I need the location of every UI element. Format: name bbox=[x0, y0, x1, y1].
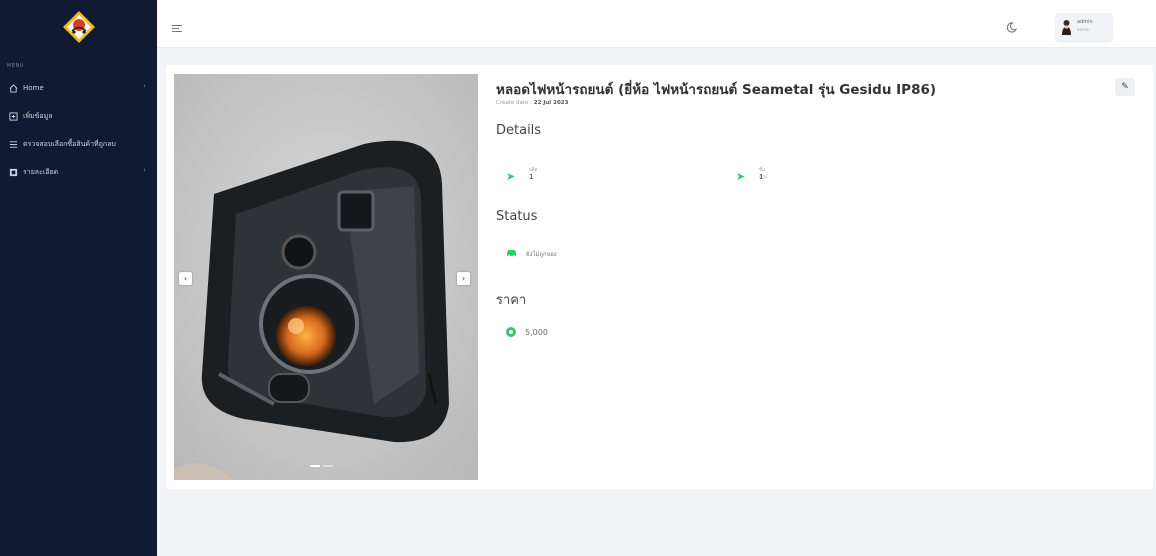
create-date-value: 22 Jul 2023 bbox=[533, 100, 569, 106]
send-arrow-icon: ➤ bbox=[506, 170, 516, 183]
carousel-prev-button[interactable]: ‹ bbox=[179, 272, 192, 285]
sidebar-item-label: Home bbox=[23, 84, 44, 92]
detail-label: ผลิต bbox=[529, 168, 538, 173]
sidebar-item-label: เพิ่มข้อมูล bbox=[23, 111, 53, 120]
top-header: admin admin bbox=[157, 0, 1156, 48]
carousel-dot[interactable] bbox=[310, 465, 320, 467]
brand-logo[interactable] bbox=[62, 10, 96, 44]
detail-value: 1 bbox=[759, 173, 764, 181]
box-icon bbox=[8, 167, 18, 177]
status-heading: Status bbox=[496, 209, 538, 224]
detail-value: 1 bbox=[529, 173, 534, 181]
sidebar-item-label: ตรวจสอบเลือกซื้อสินค้าที่ถูกลบ bbox=[23, 139, 116, 148]
menu-heading: MENU bbox=[7, 63, 24, 69]
product-card: ‹ › หลอดไฟหน้ารถยนต์ (ยี่ห้อ ไฟหน้ารถยนต… bbox=[166, 65, 1153, 489]
status-item: ยังไม่ถูกจอง bbox=[506, 248, 557, 260]
price-item: 5,000 bbox=[506, 327, 548, 337]
sidebar-item-add-data[interactable]: เพิ่มข้อมูล bbox=[8, 109, 150, 123]
create-date-label: Create date : bbox=[496, 100, 533, 106]
user-menu[interactable]: admin admin bbox=[1055, 13, 1113, 43]
carousel-indicators bbox=[310, 465, 333, 467]
pencil-icon: ✎ bbox=[1121, 82, 1129, 92]
carousel-next-button[interactable]: › bbox=[457, 272, 470, 285]
sidebar-item-label: รายละเอียด bbox=[23, 167, 59, 176]
home-icon bbox=[8, 83, 18, 93]
sidebar-item-home[interactable]: Home › bbox=[8, 81, 150, 95]
send-arrow-icon: ➤ bbox=[736, 170, 746, 183]
coin-icon bbox=[506, 327, 516, 337]
details-heading: Details bbox=[496, 123, 542, 138]
add-document-icon bbox=[8, 111, 18, 121]
list-icon bbox=[8, 139, 18, 149]
sidebar-item-details[interactable]: รายละเอียด › bbox=[8, 165, 150, 179]
product-title: หลอดไฟหน้ารถยนต์ (ยี่ห้อ ไฟหน้ารถยนต์ Se… bbox=[496, 82, 937, 98]
product-image-carousel[interactable]: ‹ › bbox=[174, 74, 478, 480]
status-text: ยังไม่ถูกจอง bbox=[526, 251, 557, 258]
user-role: admin bbox=[1077, 27, 1090, 32]
create-date: Create date : 22 Jul 2023 bbox=[496, 100, 568, 106]
price-heading: ราคา bbox=[496, 293, 527, 308]
chevron-right-icon: › bbox=[143, 82, 146, 90]
sidebar-item-check-deleted[interactable]: ตรวจสอบเลือกซื้อสินค้าที่ถูกลบ bbox=[8, 137, 150, 151]
sidebar: MENU Home › เพิ่มข้อมูล ตรวจสอบเลือกซื้อ… bbox=[0, 0, 157, 556]
avatar bbox=[1062, 20, 1071, 35]
dark-mode-toggle-icon[interactable] bbox=[1006, 22, 1018, 34]
edit-button[interactable]: ✎ bbox=[1115, 78, 1135, 96]
carousel-dot[interactable] bbox=[323, 465, 333, 467]
user-name: admin bbox=[1077, 19, 1093, 25]
price-value: 5,000 bbox=[525, 327, 548, 337]
car-icon bbox=[506, 248, 517, 260]
product-photo bbox=[174, 74, 478, 480]
menu-toggle-icon[interactable] bbox=[172, 25, 182, 33]
chevron-right-icon: › bbox=[143, 166, 146, 174]
